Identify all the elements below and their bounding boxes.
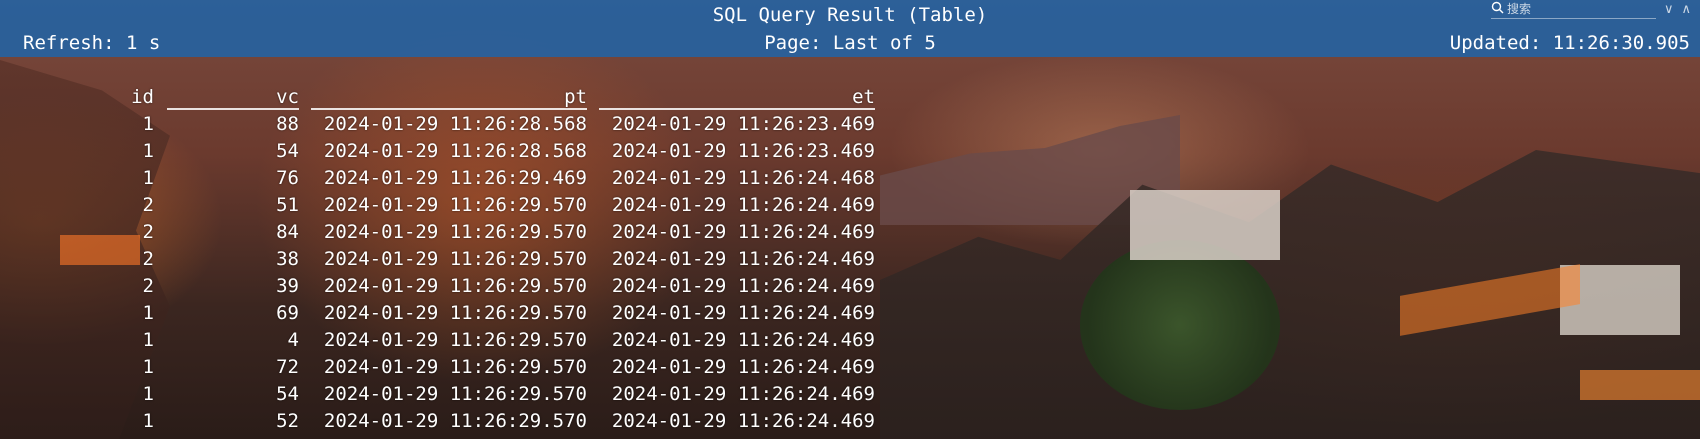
- cell-id: 2: [142, 248, 154, 270]
- cell-id: 2: [142, 194, 154, 216]
- background-rooftops: [880, 150, 1700, 439]
- cell-vc: 54: [276, 383, 299, 405]
- cell-pt: 2024-01-29 11:26:29.570: [323, 275, 587, 297]
- cell-et: 2024-01-29 11:26:24.469: [611, 275, 875, 297]
- cell-pt: 2024-01-29 11:26:28.568: [323, 140, 587, 162]
- cell-id: 1: [142, 329, 154, 351]
- cell-vc: 4: [287, 329, 299, 351]
- cell-et: 2024-01-29 11:26:24.469: [611, 194, 875, 216]
- search-input[interactable]: [1507, 2, 1647, 16]
- cell-pt: 2024-01-29 11:26:29.469: [323, 167, 587, 189]
- cell-pt: 2024-01-29 11:26:29.570: [323, 383, 587, 405]
- cell-vc: 72: [276, 356, 299, 378]
- search-icon: [1491, 1, 1507, 17]
- cell-et: 2024-01-29 11:26:24.469: [611, 221, 875, 243]
- background-mountain: [880, 115, 1180, 225]
- cell-vc: 52: [276, 410, 299, 432]
- cell-id: 1: [142, 302, 154, 324]
- updated-timestamp: Updated: 11:26:30.905: [1449, 32, 1690, 54]
- page-indicator: Page: Last of 5: [764, 32, 936, 54]
- cell-pt: 2024-01-29 11:26:29.570: [323, 194, 587, 216]
- page-title: SQL Query Result (Table): [712, 4, 988, 26]
- cell-vc: 84: [276, 221, 299, 243]
- background-tree: [1080, 240, 1280, 410]
- cell-vc: 38: [276, 248, 299, 270]
- cell-id: 2: [142, 275, 154, 297]
- background-lantern-glow: [1580, 370, 1700, 400]
- cell-et: 2024-01-29 11:26:24.469: [611, 383, 875, 405]
- cell-et: 2024-01-29 11:26:24.469: [611, 248, 875, 270]
- column-header-et: et: [599, 84, 875, 110]
- cell-pt: 2024-01-29 11:26:28.568: [323, 113, 587, 135]
- cell-id: 1: [142, 140, 154, 162]
- result-header-bar: SQL Query Result (Table) Refresh: 1 s Pa…: [0, 0, 1700, 57]
- cell-pt: 2024-01-29 11:26:29.570: [323, 410, 587, 432]
- cell-et: 2024-01-29 11:26:24.469: [611, 410, 875, 432]
- cell-et: 2024-01-29 11:26:24.469: [611, 329, 875, 351]
- cell-vc: 76: [276, 167, 299, 189]
- column-header-pt: pt: [311, 84, 587, 110]
- column-header-id: id: [131, 86, 154, 108]
- chevron-up-icon[interactable]: ∧: [1682, 2, 1692, 17]
- cell-pt: 2024-01-29 11:26:29.570: [323, 248, 587, 270]
- cell-vc: 39: [276, 275, 299, 297]
- cell-pt: 2024-01-29 11:26:29.570: [323, 329, 587, 351]
- cell-pt: 2024-01-29 11:26:29.570: [323, 221, 587, 243]
- background-house: [1560, 265, 1680, 335]
- cell-id: 2: [142, 221, 154, 243]
- cell-vc: 51: [276, 194, 299, 216]
- cell-id: 1: [142, 383, 154, 405]
- column-header-vc: vc: [167, 84, 299, 110]
- background-lantern-glow: [1400, 264, 1580, 336]
- cell-pt: 2024-01-29 11:26:29.570: [323, 356, 587, 378]
- cell-id: 1: [142, 167, 154, 189]
- cell-vc: 88: [276, 113, 299, 135]
- cell-vc: 69: [276, 302, 299, 324]
- cell-vc: 54: [276, 140, 299, 162]
- cell-pt: 2024-01-29 11:26:29.570: [323, 302, 587, 324]
- chevron-down-icon[interactable]: ∨: [1664, 2, 1674, 17]
- cell-id: 1: [142, 356, 154, 378]
- cell-et: 2024-01-29 11:26:23.469: [611, 113, 875, 135]
- search-box[interactable]: [1491, 0, 1656, 19]
- cell-et: 2024-01-29 11:26:24.469: [611, 302, 875, 324]
- cell-id: 1: [142, 410, 154, 432]
- window-controls: ∨ ∧: [1664, 0, 1700, 18]
- terminal-window: SQL Query Result (Table) Refresh: 1 s Pa…: [0, 0, 1700, 439]
- cell-et: 2024-01-29 11:26:24.468: [611, 167, 875, 189]
- cell-et: 2024-01-29 11:26:24.469: [611, 356, 875, 378]
- cell-id: 1: [142, 113, 154, 135]
- cell-et: 2024-01-29 11:26:23.469: [611, 140, 875, 162]
- background-house: [1130, 190, 1280, 260]
